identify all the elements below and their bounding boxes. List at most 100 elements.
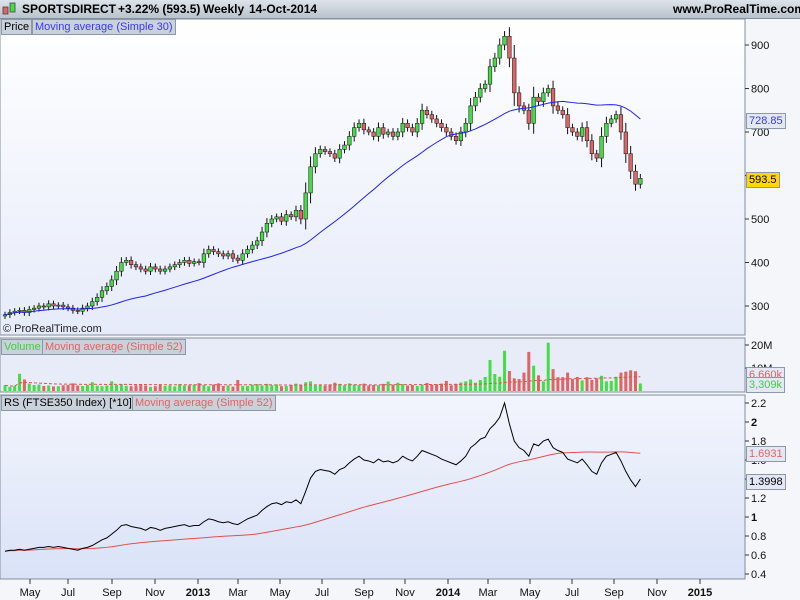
volume-bar xyxy=(32,385,36,391)
x-tick-label: May xyxy=(270,587,291,599)
volume-bar xyxy=(410,385,414,391)
volume-bar xyxy=(343,385,346,391)
candle-body xyxy=(526,109,531,124)
price-tick-label: 800 xyxy=(751,84,769,96)
candle-body xyxy=(196,261,202,263)
candle-body xyxy=(609,118,614,124)
x-tick-label: Nov xyxy=(395,587,415,599)
candle-body xyxy=(405,123,410,128)
candle-body xyxy=(192,261,197,264)
volume-bar xyxy=(420,384,424,391)
candle-body xyxy=(250,244,255,250)
candle-body xyxy=(36,305,42,309)
candle-body xyxy=(240,253,245,261)
x-tick-label: Sep xyxy=(604,587,624,599)
volume-bar xyxy=(323,385,327,391)
volume-bar xyxy=(532,365,536,391)
volume-bar xyxy=(401,384,405,391)
volume-bar xyxy=(260,385,264,391)
volume-bar xyxy=(541,381,545,391)
candle-body xyxy=(623,131,628,155)
candle-body xyxy=(541,92,546,102)
candle-body xyxy=(424,109,430,115)
candle-body xyxy=(381,127,386,135)
candle-body xyxy=(167,266,173,270)
volume-bar xyxy=(493,373,497,391)
candle-body xyxy=(419,109,425,124)
volume-bar xyxy=(454,383,458,391)
volume-bar xyxy=(444,380,448,391)
volume-bar xyxy=(284,385,288,391)
volume-bar xyxy=(124,385,128,391)
volume-bar xyxy=(226,385,230,391)
volume-last-value: 3,309k xyxy=(746,377,786,393)
candle-body xyxy=(589,140,594,155)
candle-body xyxy=(99,290,105,298)
volume-bar xyxy=(386,381,390,391)
candle-body xyxy=(245,249,250,255)
candle-body xyxy=(439,123,444,128)
candle-body xyxy=(269,218,274,224)
price-ma-label: Moving average (Simple 30) xyxy=(32,19,176,35)
candle-body xyxy=(221,253,226,257)
candle-body xyxy=(633,170,638,185)
volume-bar xyxy=(279,386,283,391)
candle-body xyxy=(129,260,134,265)
candle-body xyxy=(162,268,168,272)
candle-body xyxy=(400,123,405,133)
volume-bar xyxy=(551,369,555,391)
candle-body xyxy=(90,301,95,307)
x-tick-label: Nov xyxy=(145,587,165,599)
volume-bar xyxy=(182,385,186,391)
candle-body xyxy=(211,249,216,252)
candle-body xyxy=(613,114,619,120)
candle-body xyxy=(395,131,400,137)
volume-label: Volume xyxy=(1,339,44,355)
candle-body xyxy=(303,192,308,220)
volume-bar xyxy=(634,371,637,391)
candle-body xyxy=(138,266,143,270)
x-tick-label: Mar xyxy=(229,587,248,599)
volume-bar xyxy=(115,385,119,391)
volume-bar xyxy=(478,379,482,391)
volume-bar xyxy=(498,376,502,391)
candle-body xyxy=(599,136,604,159)
candle-body xyxy=(594,153,599,159)
candle-body xyxy=(172,264,177,268)
candle-body xyxy=(473,96,478,107)
candle-body xyxy=(148,266,153,272)
volume-bar xyxy=(566,372,570,391)
candle-body xyxy=(289,214,294,218)
rs-ma-value: 1.6931 xyxy=(746,446,786,462)
candle-body xyxy=(507,35,512,59)
volume-bar xyxy=(512,378,516,391)
volume-bar xyxy=(376,385,380,391)
candle-body xyxy=(410,127,415,133)
volume-bar xyxy=(372,385,376,391)
rs-tick-label: 2 xyxy=(751,417,757,429)
candle-body xyxy=(570,127,575,133)
candle-body xyxy=(133,264,139,268)
volume-bar xyxy=(517,379,521,391)
candle-body xyxy=(371,131,376,137)
candle-body xyxy=(56,304,61,307)
candle-body xyxy=(187,260,192,264)
candle-body xyxy=(226,253,231,257)
candle-body xyxy=(560,109,565,115)
candle-body xyxy=(463,123,468,133)
candle-body xyxy=(327,151,333,155)
rs-ma-label: Moving average (Simple 52) xyxy=(132,395,276,411)
volume-bar xyxy=(187,385,191,391)
volume-bar xyxy=(469,379,473,391)
candle-body xyxy=(235,257,240,261)
candle-body xyxy=(230,253,236,259)
volume-bar xyxy=(100,386,104,391)
candle-body xyxy=(124,260,129,263)
candle-body xyxy=(284,214,289,222)
chart-canvas[interactable]: 30040050060070080090020M10M0.40.60.811.2… xyxy=(0,0,800,600)
volume-bar xyxy=(604,381,608,391)
price-tick-label: 900 xyxy=(751,40,769,52)
candle-body xyxy=(487,66,493,85)
candle-body xyxy=(308,166,313,194)
volume-bar xyxy=(139,384,143,391)
